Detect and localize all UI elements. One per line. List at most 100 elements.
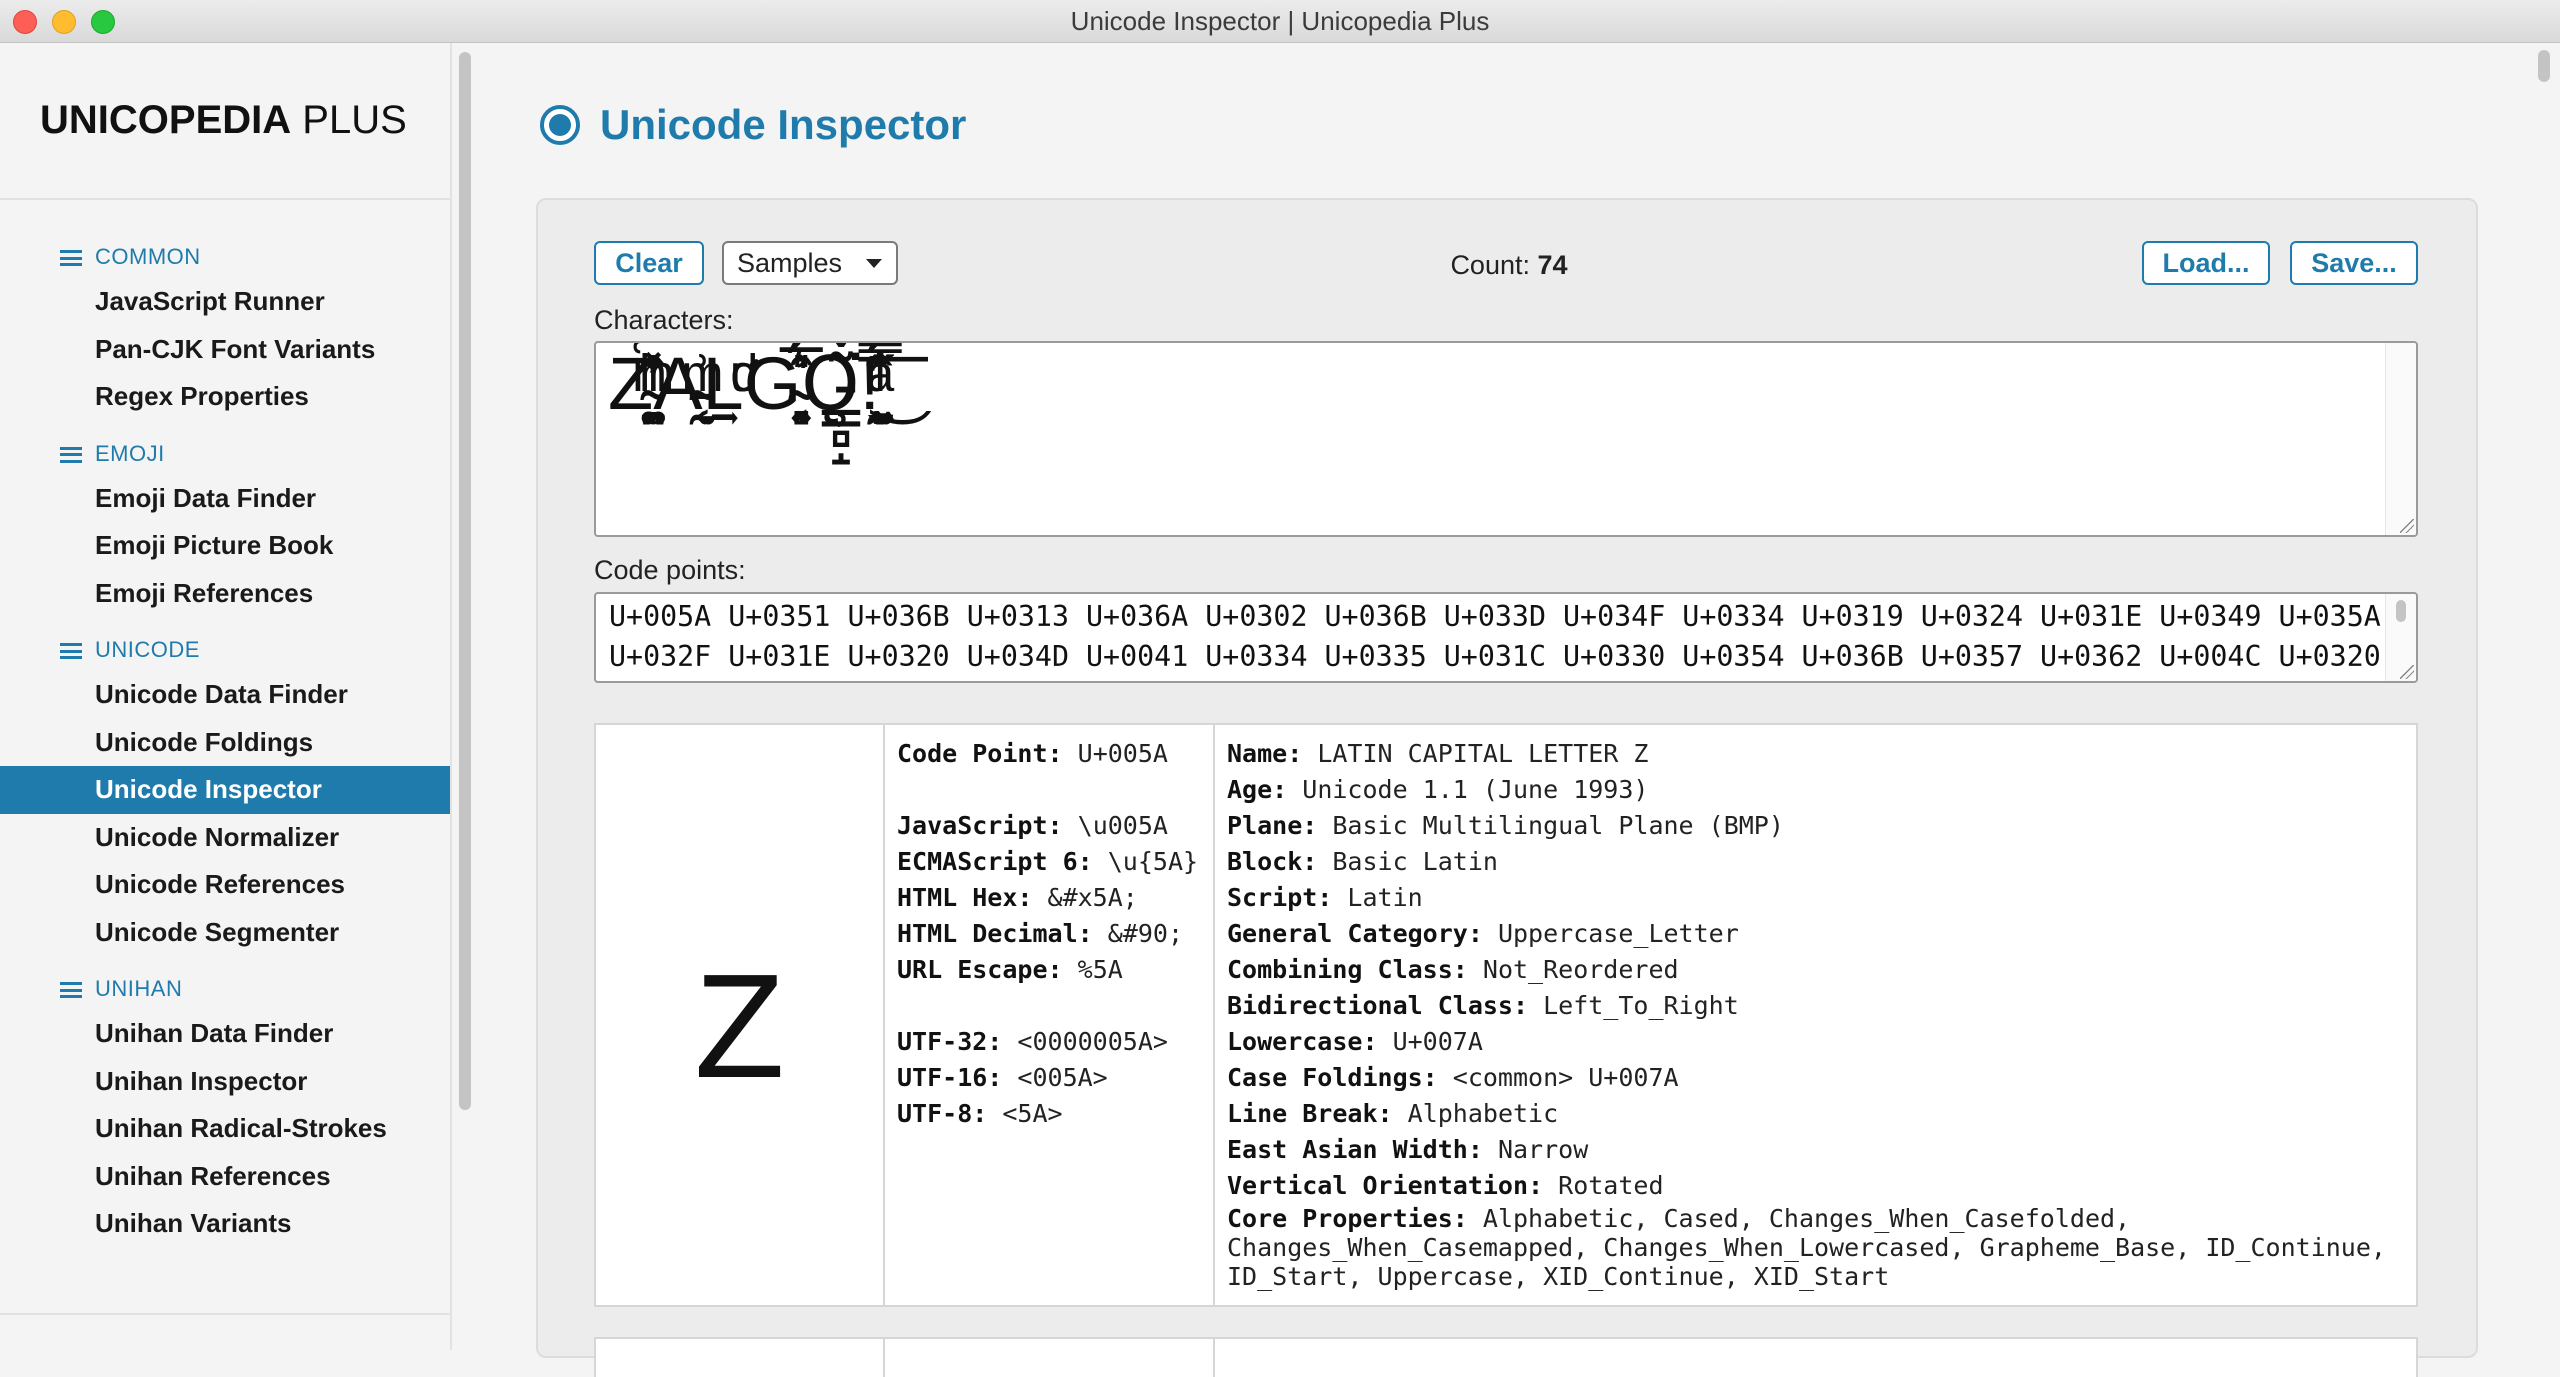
- property-key: ECMAScript 6:: [897, 847, 1093, 876]
- property-row: Plane: Basic Multilingual Plane (BMP): [1227, 808, 2407, 844]
- nav-section-unicode: UNICODE Unicode Data Finder Unicode Foldin…: [0, 629, 450, 956]
- sidebar-item-unicode-segmenter[interactable]: Unicode Segmenter: [0, 909, 450, 957]
- property-value: Not_Reordered: [1482, 955, 1679, 984]
- property-value: Latin: [1347, 883, 1423, 912]
- property-value: \u005A: [1077, 811, 1168, 840]
- code-representations: Code Point: U+005A JavaScript: \u005A ECMA…: [885, 725, 1215, 1305]
- sidebar-item-regex-properties[interactable]: Regex Properties: [0, 373, 450, 421]
- property-value: <common> U+007A: [1452, 1063, 1679, 1092]
- character-properties: Name: LATIN CAPITAL LETTER Z Age: Unicode…: [1215, 725, 2416, 1305]
- code-points-label: Code points:: [594, 555, 746, 585]
- nav-section-label: UNICODE: [95, 637, 200, 662]
- nav-section-header[interactable]: EMOJI: [0, 433, 450, 475]
- page-header: Unicode Inspector: [540, 95, 966, 155]
- sidebar-item-unicode-inspector[interactable]: Unicode Inspector: [0, 766, 450, 814]
- characters-scrollbar[interactable]: [2385, 343, 2416, 535]
- property-value: &#x5A;: [1047, 883, 1138, 912]
- property-key: Age:: [1227, 775, 1288, 804]
- property-value: &#90;: [1107, 919, 1183, 948]
- unicode-inspector-icon: [540, 105, 580, 145]
- sidebar-item-unihan-data-finder[interactable]: Unihan Data Finder: [0, 1010, 450, 1058]
- count-value: 74: [1537, 250, 1568, 280]
- count-label: Count:: [1450, 250, 1530, 280]
- property-row: UTF-32: <0000005A>: [897, 1024, 1198, 1060]
- nav-section-header[interactable]: UNIHAN: [0, 968, 450, 1010]
- window-title: Unicode Inspector | Unicopedia Plus: [1070, 6, 1490, 36]
- property-value: Alphabetic: [1407, 1099, 1559, 1128]
- sidebar-item-unicode-references[interactable]: Unicode References: [0, 861, 450, 909]
- property-value: <005A>: [1017, 1063, 1108, 1092]
- sidebar-item-emoji-references[interactable]: Emoji References: [0, 570, 450, 618]
- sidebar-item-pan-cjk-font-variants[interactable]: Pan-CJK Font Variants: [0, 326, 450, 374]
- property-value: Uppercase_Letter: [1497, 919, 1739, 948]
- brand-suffix: PLUS: [302, 98, 407, 142]
- property-value: Basic Latin: [1332, 847, 1498, 876]
- nav-section-header[interactable]: UNICODE: [0, 629, 450, 671]
- nav-section-header[interactable]: COMMON: [0, 236, 450, 278]
- brand-name: UNICOPEDIA: [40, 98, 292, 142]
- character-info-card: [594, 1337, 2418, 1377]
- load-button[interactable]: Load...: [2142, 241, 2270, 285]
- sidebar-divider: [0, 1313, 450, 1315]
- property-key: Script:: [1227, 883, 1333, 912]
- character-info-card: Z Code Point: U+005A JavaScript: \u005A EC…: [594, 723, 2418, 1307]
- property-value: Rotated: [1558, 1171, 1664, 1200]
- property-value: \u{5A}: [1107, 847, 1199, 876]
- inspector-panel: Clear Samples Count: 74 Load... Save... …: [536, 198, 2478, 1377]
- property-value: U+005A: [1077, 739, 1168, 768]
- property-row: Case Foldings: <common> U+007A: [1227, 1060, 2407, 1096]
- property-key: Core Properties:: [1227, 1204, 1468, 1233]
- characters-input-text: Z͑ͫ̓ͪ̂ͫ̽͏̴̙̤̞͉͚̯̞̠͍A̴̵̜̰͔ͫ͗͢L̠ͨͧͩ͘G̴̻͈͍͔…: [608, 341, 881, 427]
- page-title: Unicode Inspector: [600, 101, 967, 148]
- property-row: Core Properties: Alphabetic, Cased, Chan…: [1227, 1204, 2407, 1291]
- sidebar-item-unihan-inspector[interactable]: Unihan Inspector: [0, 1058, 450, 1106]
- property-row: Line Break: Alphabetic: [1227, 1096, 2407, 1132]
- resize-grip-icon[interactable]: [2400, 665, 2414, 679]
- character-properties-list: Name: LATIN CAPITAL LETTER Z Age: Unicode…: [1227, 736, 2407, 1291]
- property-row: Vertical Orientation: Rotated: [1227, 1168, 2407, 1204]
- property-key: Code Point:: [897, 739, 1063, 768]
- property-value: Left_To_Right: [1543, 991, 1739, 1020]
- property-key: Plane:: [1227, 811, 1318, 840]
- code-points-input[interactable]: U+005A U+0351 U+036B U+0313 U+036A U+030…: [594, 592, 2418, 683]
- sidebar-item-unihan-references[interactable]: Unihan References: [0, 1153, 450, 1201]
- property-value: %5A: [1077, 955, 1123, 984]
- sidebar-item-javascript-runner[interactable]: JavaScript Runner: [0, 278, 450, 326]
- property-key: East Asian Width:: [1227, 1135, 1483, 1164]
- property-row: General Category: Uppercase_Letter: [1227, 916, 2407, 952]
- sidebar-item-unicode-normalizer[interactable]: Unicode Normalizer: [0, 814, 450, 862]
- scrollbar-thumb[interactable]: [2396, 600, 2406, 622]
- nav-section-label: EMOJI: [95, 440, 165, 466]
- main-content: Unicode Inspector Clear Samples Count: 7…: [474, 43, 2560, 1377]
- property-row: Script: Latin: [1227, 880, 2407, 916]
- sidebar-item-unihan-radical-strokes[interactable]: Unihan Radical-Strokes: [0, 1105, 450, 1153]
- menu-icon: [60, 643, 82, 659]
- characters-input[interactable]: Z͑ͫ̓ͪ̂ͫ̽͏̴̙̤̞͉͚̯̞̠͍A̴̵̜̰͔ͫ͗͢L̠ͨͧͩ͘G̴̻͈͍͔…: [594, 341, 2418, 537]
- sidebar-item-unicode-foldings[interactable]: Unicode Foldings: [0, 719, 450, 767]
- property-value: U+007A: [1392, 1027, 1483, 1056]
- menu-icon: [60, 446, 82, 463]
- sidebar-item-emoji-picture-book[interactable]: Emoji Picture Book: [0, 522, 450, 570]
- sidebar-item-unicode-data-finder[interactable]: Unicode Data Finder: [0, 671, 450, 719]
- main-scrollbar[interactable]: [2538, 50, 2550, 82]
- save-button[interactable]: Save...: [2290, 241, 2418, 285]
- property-key: Vertical Orientation:: [1227, 1171, 1544, 1200]
- property-row: Code Point: U+005A: [897, 736, 1198, 772]
- property-row: Name: LATIN CAPITAL LETTER Z: [1227, 736, 2407, 772]
- resize-grip-icon[interactable]: [2400, 519, 2414, 533]
- menu-icon: [60, 982, 82, 998]
- nav-section-label: COMMON: [95, 244, 201, 269]
- property-value: <5A>: [1002, 1099, 1063, 1128]
- property-key: Combining Class:: [1227, 955, 1468, 984]
- cell-divider: [1213, 1339, 1215, 1377]
- window-titlebar: Unicode Inspector | Unicopedia Plus: [0, 0, 2560, 43]
- sidebar-item-unihan-variants[interactable]: Unihan Variants: [0, 1200, 450, 1248]
- property-key: HTML Decimal:: [897, 919, 1093, 948]
- sidebar-scrollbar[interactable]: [459, 52, 471, 1110]
- property-key: Case Foldings:: [1227, 1063, 1438, 1092]
- sidebar-item-emoji-data-finder[interactable]: Emoji Data Finder: [0, 475, 450, 523]
- property-row: Bidirectional Class: Left_To_Right: [1227, 988, 2407, 1024]
- property-key: UTF-8:: [897, 1099, 988, 1128]
